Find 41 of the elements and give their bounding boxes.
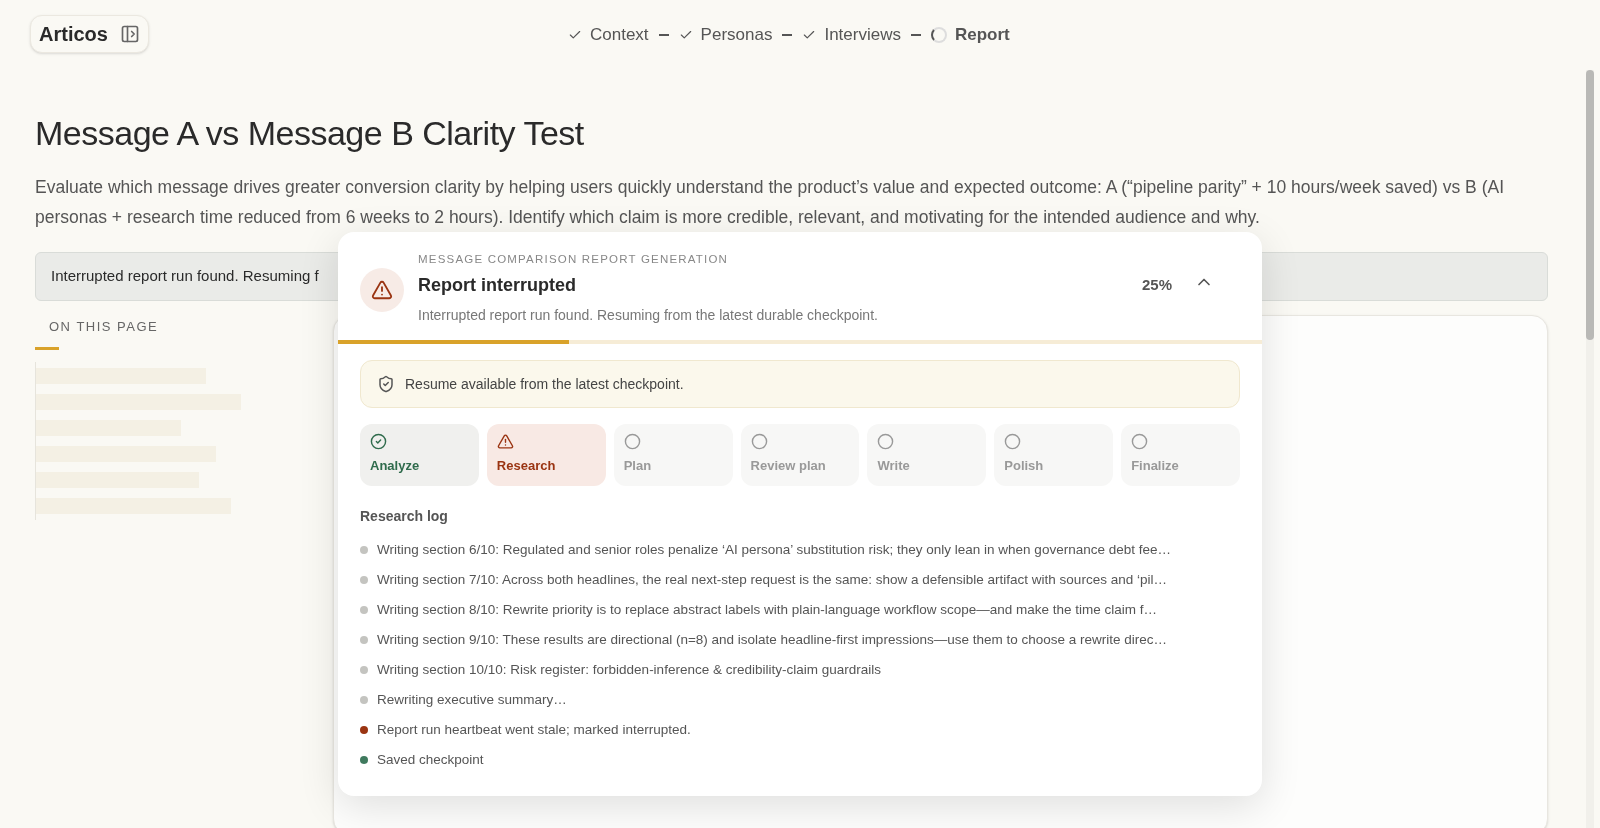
- log-entry: Report run heartbeat went stale; marked interrupted.: [377, 720, 691, 739]
- log-entry: Rewriting executive summary…: [377, 690, 567, 709]
- panel-eyebrow: MESSAGE COMPARISON REPORT GENERATION: [418, 252, 730, 266]
- step-label: Personas: [700, 24, 773, 46]
- toc-heading: ON THIS PAGE: [48, 318, 160, 336]
- log-title: Research log: [360, 507, 449, 526]
- panel-title: Report interrupted: [418, 274, 577, 297]
- stage-tile[interactable]: Finalize: [1121, 424, 1240, 486]
- stage-label: Research: [496, 457, 557, 475]
- stage-label: Polish: [1004, 457, 1045, 475]
- shield-icon: [377, 375, 395, 393]
- notice-text: Resume available from the latest checkpoint.: [405, 374, 684, 394]
- log-entry: Saved checkpoint: [377, 750, 484, 769]
- log-entry: Writing section 9/10: These results are directional (n=8) and isolate headline-first impressions—use them to choose a rewrite direc…: [377, 630, 1167, 649]
- progress-percent: 25%: [1141, 275, 1172, 295]
- stage-tile[interactable]: Analyze: [360, 424, 479, 486]
- log-entry: Writing section 10/10: Risk register: forbidden-inference & credibility-claim guardrails: [377, 660, 881, 679]
- stage-tile[interactable]: Plan: [613, 424, 733, 486]
- panel-subtitle: Interrupted report run found. Resuming from the latest durable checkpoint.: [418, 306, 879, 325]
- stage-tile[interactable]: Review plan: [740, 424, 860, 486]
- stage-label: Finalize: [1131, 457, 1180, 475]
- stage-label: Review plan: [750, 457, 827, 475]
- stage-tile[interactable]: Write: [867, 424, 987, 486]
- stage-label: Analyze: [370, 457, 421, 475]
- step-label: Context: [590, 24, 649, 46]
- scrollbar-thumb[interactable]: [1586, 70, 1594, 340]
- warning-badge: [360, 268, 404, 312]
- stage-tile[interactable]: Polish: [994, 424, 1114, 486]
- sidebar-toggle-icon[interactable]: [119, 24, 140, 44]
- stage-tile[interactable]: Research: [486, 424, 606, 486]
- step-label: Interviews: [824, 24, 901, 46]
- app-name: Articos: [39, 22, 108, 47]
- log-entry: Writing section 8/10: Rewrite priority is to replace abstract labels with plain-language workflow scope—and make the time claim f…: [377, 600, 1158, 619]
- page-title: Message A vs Message B Clarity Test: [35, 113, 585, 154]
- stage-label: Write: [877, 457, 911, 475]
- log-entry: Writing section 7/10: Across both headlines, the real next-step request is the same: show a defensible artifact with sources and ‘pil…: [377, 570, 1167, 589]
- log-entry: Writing section 6/10: Regulated and senior roles penalize ‘AI persona’ substitution risk; they only lean in when governance debt fee…: [377, 540, 1171, 559]
- banner-text: Interrupted report run found. Resuming f: [51, 266, 319, 287]
- stage-label: Plan: [623, 457, 653, 475]
- step-label: Report: [954, 24, 1010, 46]
- page-description: Evaluate which message drives greater conversion clarity by helping users quickly understand the product’s value and expected outcome: A (“pipeline parity” + 10 hours/week saved) vs B (AI personas + research time reduced from 6 weeks to 2 hours). Identify which claim is more credible, relevant, and motivating for the intended audience and why.: [35, 176, 1505, 229]
